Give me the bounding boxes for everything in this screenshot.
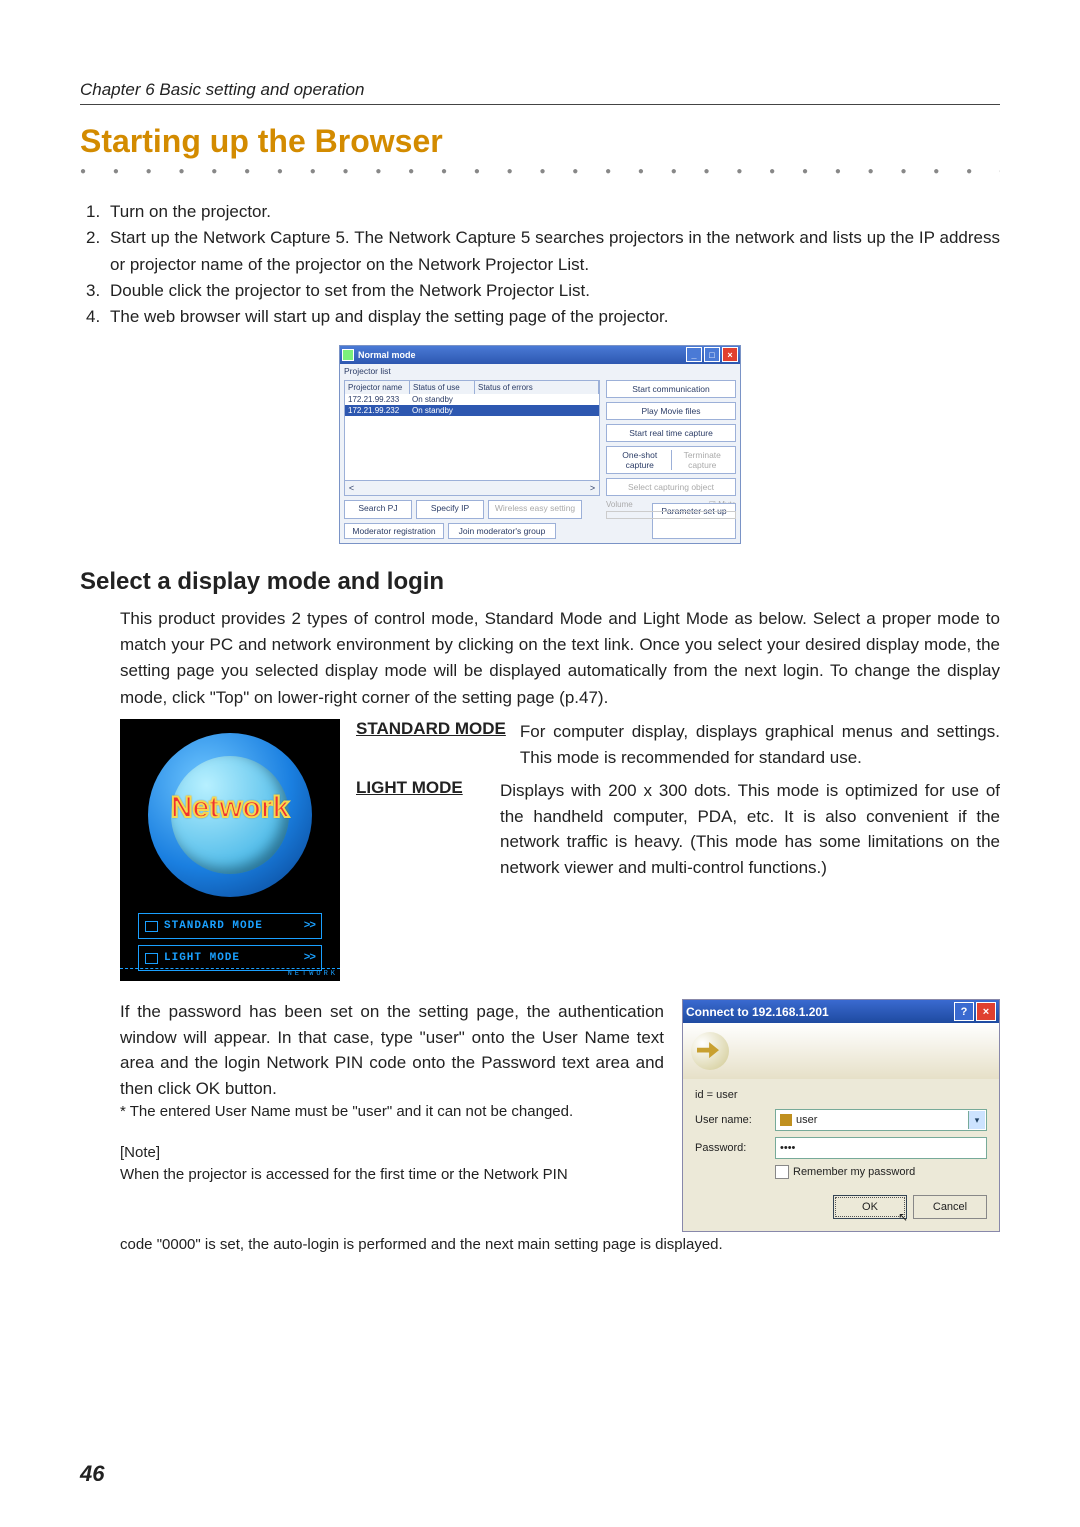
table-row[interactable]: 172.21.99.232On standby <box>345 405 599 416</box>
close-icon[interactable]: × <box>976 1002 996 1021</box>
app-icon <box>342 349 354 361</box>
start-communication-button[interactable]: Start communication <box>606 380 736 398</box>
steps-list: 1.Turn on the projector. 2.Start up the … <box>86 199 1000 331</box>
parameter-setup-button[interactable]: Parameter set up <box>652 503 736 539</box>
cancel-button[interactable]: Cancel <box>913 1195 987 1219</box>
wireless-easy-setting-button: Wireless easy setting <box>488 500 582 519</box>
capture-buttons: One-shot capture Terminate capture <box>606 446 736 474</box>
minimize-icon[interactable]: _ <box>686 347 702 362</box>
volume-label: Volume <box>606 500 633 509</box>
window-titlebar[interactable]: Normal mode _ □ × <box>340 346 740 364</box>
terminate-capture-button: Terminate capture <box>672 450 734 470</box>
light-mode-label: LIGHT MODE <box>356 778 486 880</box>
search-pj-button[interactable]: Search PJ <box>344 500 412 519</box>
chapter-heading: Chapter 6 Basic setting and operation <box>80 80 1000 105</box>
standard-mode-desc: For computer display, displays graphical… <box>520 719 1000 770</box>
volume-slider[interactable] <box>606 511 736 519</box>
network-logo-text: Network <box>120 791 340 825</box>
ok-button[interactable]: OK↖ <box>833 1195 907 1219</box>
join-moderator-group-button[interactable]: Join moderator's group <box>448 523 556 539</box>
projector-list-label: Projector list <box>340 364 740 376</box>
col-status-use[interactable]: Status of use <box>410 381 475 394</box>
page-title: Starting up the Browser <box>80 123 1000 160</box>
step-num: 4. <box>86 304 106 330</box>
password-label: Password: <box>695 1142 767 1154</box>
divider-dots: ● ● ● ● ● ● ● ● ● ● ● ● ● ● ● ● ● ● ● ● … <box>80 166 1000 177</box>
step-text: Double click the projector to set from t… <box>110 278 1000 304</box>
keys-icon <box>691 1032 729 1070</box>
page-number: 46 <box>80 1461 104 1487</box>
step-num: 2. <box>86 225 106 278</box>
user-key-icon <box>780 1114 792 1126</box>
realm-label: id = user <box>695 1089 987 1101</box>
standard-mode-label: STANDARD MODE <box>356 719 506 770</box>
projector-list[interactable]: Projector name Status of use Status of e… <box>344 380 600 496</box>
dialog-title: Connect to 192.168.1.201 <box>686 1005 829 1019</box>
password-field[interactable]: •••• <box>775 1137 987 1159</box>
light-mode-desc: Displays with 200 x 300 dots. This mode … <box>500 778 1000 880</box>
horizontal-scrollbar[interactable]: <> <box>345 480 599 495</box>
specify-ip-button[interactable]: Specify IP <box>416 500 484 519</box>
moderator-registration-button[interactable]: Moderator registration <box>344 523 444 539</box>
network-mode-panel: Network STANDARD MODE>> LIGHT MODE>> NET… <box>120 719 340 981</box>
step-text: Turn on the projector. <box>110 199 1000 225</box>
password-paragraph: If the password has been set on the sett… <box>120 999 664 1101</box>
monitor-icon <box>145 921 158 932</box>
maximize-icon[interactable]: □ <box>704 347 720 362</box>
table-row[interactable]: 172.21.99.233On standby <box>345 394 599 405</box>
dialog-titlebar[interactable]: Connect to 192.168.1.201 ? × <box>683 1000 999 1023</box>
note-block: [Note] When the projector is accessed fo… <box>120 1142 664 1187</box>
panel-footer: NETWORK <box>120 968 340 979</box>
checkbox-icon[interactable] <box>775 1165 789 1179</box>
normal-mode-window: Normal mode _ □ × Projector list Project… <box>339 345 741 544</box>
cursor-icon: ↖ <box>898 1210 908 1224</box>
note-continuation: code "0000" is set, the auto-login is pe… <box>120 1236 1000 1253</box>
section-heading: Select a display mode and login <box>80 568 1000 596</box>
step-text: Start up the Network Capture 5. The Netw… <box>110 225 1000 278</box>
username-note: * The entered User Name must be "user" a… <box>120 1101 664 1124</box>
close-icon[interactable]: × <box>722 347 738 362</box>
step-text: The web browser will start up and displa… <box>110 304 1000 330</box>
help-icon[interactable]: ? <box>954 1002 974 1021</box>
login-dialog: Connect to 192.168.1.201 ? × id = user U… <box>682 999 1000 1232</box>
step-num: 3. <box>86 278 106 304</box>
standard-mode-link[interactable]: STANDARD MODE>> <box>138 913 322 939</box>
username-field[interactable]: user ▾ <box>775 1109 987 1131</box>
start-realtime-capture-button[interactable]: Start real time capture <box>606 424 736 442</box>
chevron-down-icon[interactable]: ▾ <box>968 1111 985 1129</box>
remember-password-checkbox[interactable]: Remember my password <box>775 1165 987 1179</box>
col-status-errors[interactable]: Status of errors <box>475 381 599 394</box>
mode-paragraph: This product provides 2 types of control… <box>120 606 1000 711</box>
dialog-header <box>683 1023 999 1079</box>
one-shot-capture-button[interactable]: One-shot capture <box>609 450 672 470</box>
chevron-right-icon: >> <box>304 952 315 964</box>
play-movie-button[interactable]: Play Movie files <box>606 402 736 420</box>
step-num: 1. <box>86 199 106 225</box>
chevron-right-icon: >> <box>304 920 315 932</box>
username-label: User name: <box>695 1114 767 1126</box>
pda-icon <box>145 953 158 964</box>
select-capturing-object-button: Select capturing object <box>606 478 736 496</box>
window-title: Normal mode <box>358 350 416 360</box>
col-projector-name[interactable]: Projector name <box>345 381 410 394</box>
